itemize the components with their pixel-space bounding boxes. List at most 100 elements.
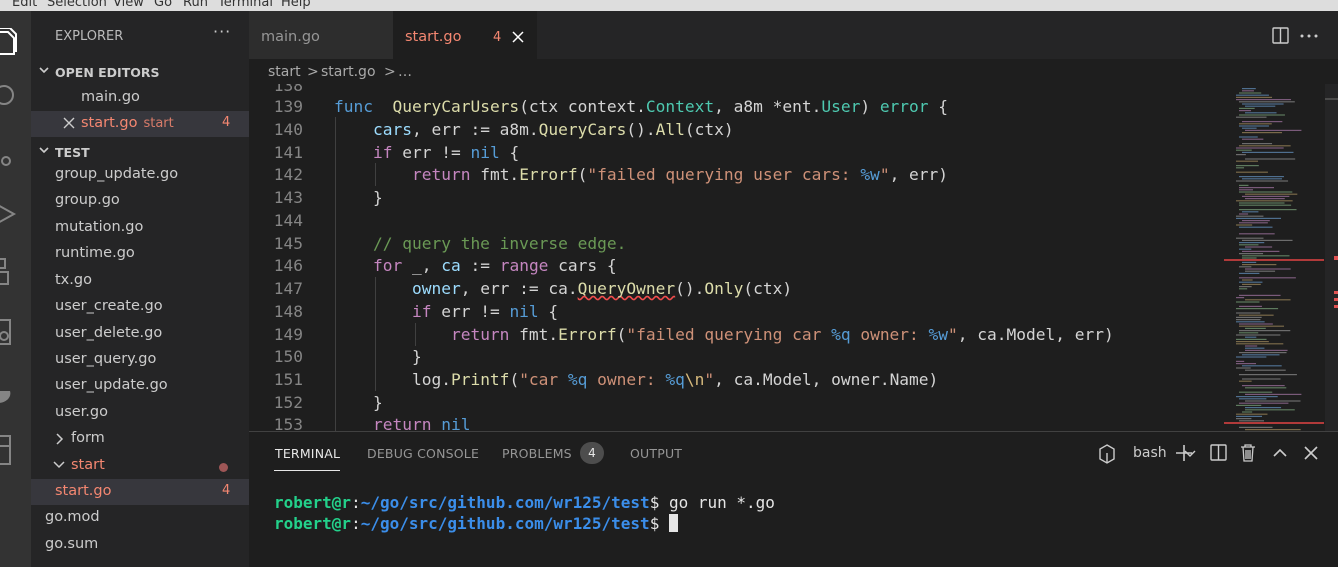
terminal-shell-icon	[1099, 444, 1115, 464]
menu-terminal[interactable]: Terminal	[218, 0, 273, 10]
file-name: mutation.go	[55, 219, 144, 235]
folder-section-test[interactable]: TEST	[31, 140, 249, 164]
code-line: }	[334, 393, 383, 412]
code-line: owner, err := ca.QueryOwner().Only(ctx)	[411, 279, 793, 298]
folder-name: start	[71, 457, 105, 473]
menu-help[interactable]: Help	[281, 0, 311, 10]
more-actions-icon[interactable]: ···	[213, 22, 231, 41]
folder-item-form[interactable]: form	[31, 426, 249, 452]
breadcrumb: start > start.go > …	[249, 59, 1338, 84]
line-number: 138	[273, 84, 303, 95]
tab-terminal[interactable]: TERMINAL	[275, 446, 340, 461]
line-number: 150	[273, 347, 303, 366]
file-name: group.go	[55, 192, 120, 208]
file-item[interactable]: group_update.go	[31, 162, 249, 188]
close-panel-icon[interactable]	[1304, 446, 1318, 460]
tab-debug-console[interactable]: DEBUG CONSOLE	[367, 446, 479, 461]
file-name: go.sum	[45, 536, 99, 552]
folder-name: form	[71, 430, 105, 446]
file-item[interactable]: group.go	[31, 188, 249, 214]
menu-bar: Edit Selection View Go Run Terminal Help	[0, 0, 1338, 11]
tab-label: start.go	[405, 29, 462, 45]
line-number: 151	[273, 370, 303, 389]
menu-run[interactable]: Run	[183, 0, 208, 10]
file-name: user_delete.go	[55, 325, 163, 341]
line-number: 145	[273, 234, 303, 253]
minimap[interactable]	[1224, 84, 1324, 431]
source-control-icon[interactable]	[0, 135, 31, 175]
breadcrumb-symbol[interactable]: …	[398, 64, 412, 80]
terminal-line[interactable]: robert@r:~/go/src/github.com/wr125/test$…	[274, 493, 775, 512]
file-name: main.go	[81, 89, 140, 105]
file-item[interactable]: user.go	[31, 400, 249, 426]
editor-scrollbar[interactable]	[1325, 84, 1338, 431]
tab-main-go[interactable]: main.go	[249, 11, 393, 59]
extensions-icon[interactable]	[0, 252, 31, 292]
open-editor-start-go[interactable]: start.go start 4	[31, 111, 249, 137]
file-item[interactable]: user_update.go	[31, 373, 249, 399]
terminal-shell-label[interactable]: bash	[1133, 445, 1167, 461]
file-name: group_update.go	[55, 166, 179, 182]
trash-icon[interactable]	[1240, 444, 1256, 462]
chevron-down-icon	[39, 147, 49, 154]
problems-count-badge: 4	[580, 442, 604, 464]
file-item[interactable]: go.sum	[31, 532, 249, 558]
line-number: 149	[273, 325, 303, 344]
open-editor-main-go[interactable]: main.go	[31, 85, 249, 111]
split-terminal-icon[interactable]	[1210, 444, 1227, 461]
code-line: log.Printf("car %q owner: %q\n", ca.Mode…	[334, 370, 939, 389]
explorer-icon[interactable]	[0, 23, 31, 63]
file-item[interactable]: user_query.go	[31, 347, 249, 373]
file-item[interactable]: go.mod	[31, 505, 249, 531]
file-name: go.mod	[45, 509, 100, 525]
open-editors-header: OPEN EDITORS	[55, 65, 160, 80]
open-editors-section[interactable]: OPEN EDITORS	[31, 60, 249, 84]
tab-label: main.go	[261, 29, 320, 45]
terminal-cursor	[668, 514, 678, 532]
file-item[interactable]: tx.go	[31, 268, 249, 294]
tab-problems[interactable]: PROBLEMS	[502, 446, 572, 461]
docker-icon[interactable]	[0, 374, 31, 414]
file-item[interactable]: mutation.go	[31, 215, 249, 241]
close-icon[interactable]	[63, 117, 75, 129]
chevron-down-icon[interactable]	[1183, 449, 1197, 459]
tab-start-go[interactable]: start.go 4	[393, 11, 537, 59]
code-line: if err != nil {	[411, 302, 559, 321]
line-number: 148	[273, 302, 303, 321]
close-icon[interactable]	[512, 31, 524, 43]
notebook-icon[interactable]	[0, 431, 31, 471]
breadcrumb-file[interactable]: start.go	[321, 64, 376, 80]
chevron-down-icon	[53, 461, 65, 469]
search-icon[interactable]	[0, 77, 31, 117]
folder-header: TEST	[55, 145, 90, 160]
file-name: user_query.go	[55, 351, 157, 367]
menu-edit[interactable]: Edit	[12, 0, 37, 10]
chevron-down-icon	[39, 67, 49, 74]
breadcrumb-folder[interactable]: start	[268, 64, 301, 80]
maximize-panel-icon[interactable]	[1272, 446, 1288, 460]
more-actions-icon[interactable]	[1299, 27, 1319, 44]
tab-output[interactable]: OUTPUT	[630, 446, 682, 461]
line-number: 152	[273, 393, 303, 412]
file-item-start-go[interactable]: start.go 4	[31, 479, 249, 505]
code-editor[interactable]: 138 139 140 141 142 143 144 145 146 147 …	[249, 84, 1338, 431]
terminal-line[interactable]: robert@r:~/go/src/github.com/wr125/test$	[274, 514, 678, 533]
folder-item-start[interactable]: start	[31, 453, 249, 479]
file-item[interactable]: user_delete.go	[31, 321, 249, 347]
file-item[interactable]: runtime.go	[31, 241, 249, 267]
menu-selection[interactable]: Selection	[47, 0, 107, 10]
split-editor-icon[interactable]	[1272, 27, 1289, 44]
code-line: }	[334, 188, 383, 207]
run-debug-icon[interactable]	[0, 194, 31, 234]
sidebar-title: EXPLORER	[55, 29, 124, 44]
menu-go[interactable]: Go	[154, 0, 172, 10]
remote-explorer-icon[interactable]	[0, 313, 31, 353]
explorer-sidebar: EXPLORER ··· OPEN EDITORS main.go start.…	[31, 11, 249, 567]
file-item[interactable]: user_create.go	[31, 294, 249, 320]
problem-count-badge: 4	[493, 30, 502, 45]
file-name: user_create.go	[55, 298, 163, 314]
menu-view[interactable]: View	[113, 0, 144, 10]
line-number: 147	[273, 279, 303, 298]
line-number: 139	[273, 97, 303, 116]
editor-tab-bar: main.go start.go 4	[249, 11, 1338, 59]
